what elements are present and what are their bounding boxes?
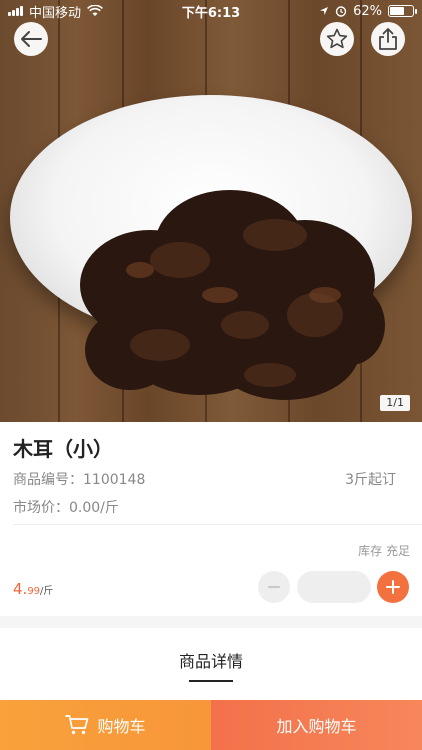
price-unit: /斤 (40, 586, 54, 597)
wood-ear-fungus-image (80, 190, 385, 400)
divider (13, 524, 422, 525)
cart-icon (65, 715, 89, 735)
sku-row: 商品编号：1100148 (13, 469, 145, 489)
price-integer: 4. (13, 580, 28, 598)
plus-icon (386, 580, 400, 594)
share-icon (379, 28, 397, 50)
section-separator (0, 616, 422, 628)
signal-icon (8, 6, 23, 16)
favorite-button[interactable] (320, 22, 354, 56)
add-to-cart-button[interactable]: 加入购物车 (211, 700, 422, 750)
stock-status: 库存 充足 (358, 542, 410, 559)
back-arrow-icon (21, 31, 42, 47)
star-icon (326, 28, 348, 49)
bottom-action-bar: 购物车 加入购物车 (0, 700, 422, 750)
battery-icon (388, 5, 417, 17)
alarm-icon (335, 6, 347, 17)
back-button[interactable] (14, 22, 48, 56)
clock: 下午6:13 (181, 5, 241, 21)
location-icon (320, 7, 329, 15)
cart-button-label: 购物车 (97, 717, 146, 736)
tab-product-details[interactable]: 商品详情 (0, 648, 422, 672)
status-bar: 中国移动 下午6:13 62% (0, 0, 422, 22)
price-decimal: 99 (27, 586, 41, 597)
minimum-order: 3斤起订 (345, 472, 396, 488)
market-price-label: 市场价： (13, 500, 69, 516)
sku-label: 商品编号： (13, 472, 83, 488)
stock-value: 充足 (385, 544, 410, 558)
market-price-value: 0.00/斤 (69, 500, 119, 516)
product-image[interactable] (0, 0, 422, 422)
share-button[interactable] (371, 22, 405, 56)
carrier-label: 中国移动 (29, 5, 82, 21)
market-price-row: 市场价：0.00/斤 (13, 497, 119, 517)
plate-image (10, 95, 412, 400)
add-to-cart-label: 加入购物车 (276, 717, 357, 736)
image-counter: 1/1 (380, 395, 410, 411)
decrease-quantity-button[interactable] (258, 571, 290, 603)
sku-value: 1100148 (83, 472, 146, 488)
quantity-input[interactable] (297, 571, 371, 603)
wifi-icon (87, 5, 103, 16)
minus-icon (268, 586, 280, 588)
product-title: 木耳（小） (13, 437, 113, 461)
increase-quantity-button[interactable] (377, 571, 409, 603)
battery-percent: 62% (353, 3, 382, 19)
price: 4.99/斤 (13, 579, 53, 598)
cart-button[interactable]: 购物车 (0, 700, 211, 750)
tab-underline (189, 680, 233, 682)
stock-label: 库存 (358, 544, 383, 558)
